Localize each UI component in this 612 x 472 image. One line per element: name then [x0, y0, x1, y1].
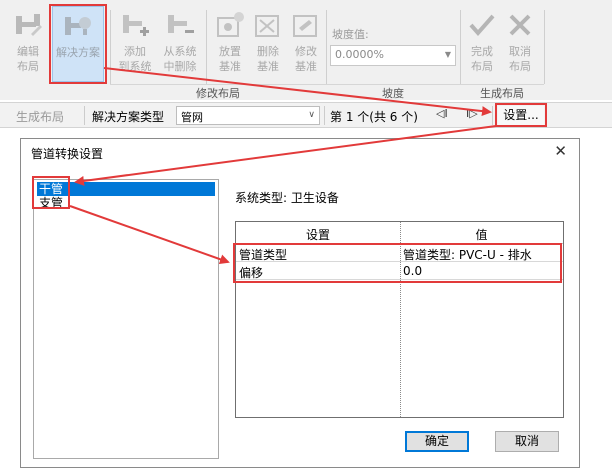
cancel-button[interactable]: 取消	[495, 431, 559, 452]
solution-icon	[63, 11, 93, 41]
group-title-slope: 坡度	[326, 84, 460, 100]
edit-layout-button[interactable]: 编辑 布局	[8, 6, 48, 82]
setting-key: 管道类型	[239, 248, 288, 262]
solution-button[interactable]: 解决方案	[52, 6, 104, 82]
table-row[interactable]: 管道类型 管道类型: PVC-U - 排水	[236, 245, 563, 262]
setting-value[interactable]: 0.0	[403, 264, 422, 278]
modify-base-button[interactable]: 修改 基准	[288, 6, 324, 82]
pipe-tree: 干管 支管	[33, 179, 219, 459]
checkmark-icon	[467, 10, 497, 40]
ribbon-separator	[110, 10, 111, 84]
ribbon: 编辑 布局 解决方案 添加 到系统 从系统 中删除 放置 基准 删除 基准 修改…	[0, 0, 612, 100]
cancel-layout-button[interactable]: 取消 布局	[502, 6, 538, 82]
solution-type-dropdown[interactable]: 管网 ∨	[176, 106, 320, 125]
close-icon[interactable]: ✕	[554, 142, 567, 160]
remove-from-system-button[interactable]: 从系统 中删除	[158, 6, 202, 82]
column-header-value: 值	[475, 228, 488, 242]
ok-button[interactable]: 确定	[405, 431, 469, 452]
group-title-generate-layout: 生成布局	[460, 84, 544, 100]
options-divider	[492, 106, 493, 125]
ribbon-separator	[326, 10, 327, 84]
modify-base-icon	[291, 10, 321, 40]
ribbon-separator	[544, 10, 545, 84]
add-to-system-icon	[120, 10, 150, 40]
ribbon-separator	[206, 10, 207, 84]
settings-button[interactable]: 设置...	[498, 106, 544, 126]
delete-base-icon	[253, 10, 283, 40]
setting-key: 偏移	[239, 266, 264, 280]
system-type-text: 系统类型: 卫生设备	[235, 191, 339, 205]
slope-value-dropdown[interactable]: 0.0000% ▼	[330, 45, 456, 66]
tree-item-main-pipe[interactable]: 干管	[37, 182, 215, 196]
previous-solution-icon[interactable]: ◁I	[436, 107, 448, 120]
settings-table: 设置 值 管道类型 管道类型: PVC-U - 排水 偏移 0.0	[235, 221, 564, 418]
place-base-icon	[215, 10, 245, 40]
options-divider	[84, 106, 85, 125]
ribbon-separator	[460, 10, 461, 84]
pipe-conversion-settings-dialog: 管道转换设置 ✕ 干管 支管 系统类型: 卫生设备 设置 值 管道类型 管道类型…	[20, 138, 580, 468]
dialog-title: 管道转换设置	[31, 147, 104, 161]
chevron-down-icon: ∨	[308, 110, 315, 120]
setting-value[interactable]: 管道类型: PVC-U - 排水	[403, 246, 532, 263]
delete-base-button[interactable]: 删除 基准	[250, 6, 286, 82]
next-solution-icon[interactable]: I▷	[466, 107, 478, 120]
column-header-setting: 设置	[305, 228, 330, 242]
add-to-system-button[interactable]: 添加 到系统	[114, 6, 156, 82]
generate-layout-label: 生成布局	[16, 110, 65, 124]
remove-from-system-icon	[165, 10, 195, 40]
close-icon	[505, 10, 535, 40]
group-title-modify-layout: 修改布局	[110, 84, 326, 100]
solution-type-label: 解决方案类型	[92, 110, 165, 124]
chevron-down-icon: ▼	[444, 50, 451, 59]
edit-layout-icon	[13, 10, 43, 40]
place-base-button[interactable]: 放置 基准	[212, 6, 248, 82]
tree-item-branch-pipe[interactable]: 支管	[37, 196, 65, 210]
table-row[interactable]: 偏移 0.0	[236, 263, 563, 280]
slope-value-label: 坡度值:	[332, 28, 369, 41]
options-divider	[324, 106, 325, 125]
finish-layout-button[interactable]: 完成 布局	[464, 6, 500, 82]
options-bar: 生成布局 解决方案类型 管网 ∨ 第 1 个(共 6 个) ◁I I▷ 设置..…	[0, 102, 612, 128]
solution-counter: 第 1 个(共 6 个)	[330, 110, 418, 124]
